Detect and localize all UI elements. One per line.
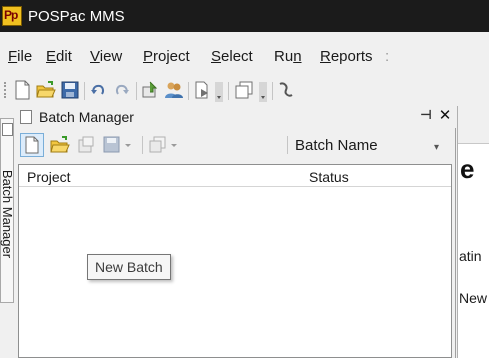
app-icon-text: Pp	[4, 8, 18, 22]
run-icon[interactable]	[192, 80, 212, 100]
menu-select[interactable]: Select	[211, 48, 253, 65]
batch-manager-tab-icon	[2, 123, 13, 136]
new-batch-tooltip: New Batch	[87, 254, 171, 280]
toolbar-separator	[272, 82, 273, 100]
toolbar-separator	[228, 82, 229, 100]
panel-window-icon	[20, 110, 32, 124]
menu-more-icon: :	[385, 48, 390, 65]
app-icon[interactable]: Pp	[2, 6, 22, 26]
redo-icon[interactable]	[112, 80, 132, 100]
pin-icon[interactable]: ⊣	[419, 109, 433, 123]
toolbar-grip-icon[interactable]	[4, 82, 7, 98]
side-tab-label: Batch Manager	[0, 169, 15, 259]
panel-toolbar-separator	[287, 136, 288, 154]
column-header-status[interactable]: Status	[309, 169, 349, 185]
batch-list[interactable]: Project Status	[18, 164, 452, 358]
menu-view[interactable]: View	[90, 48, 122, 65]
list-header: Project Status	[19, 165, 451, 187]
menu-file[interactable]: File	[8, 48, 32, 65]
panel-title: Batch Manager	[39, 109, 134, 125]
import-icon[interactable]	[140, 80, 160, 100]
document-heading: e	[460, 154, 475, 184]
save-batch-dropdown[interactable]	[102, 133, 136, 157]
window-layout-icon[interactable]	[234, 80, 254, 100]
users-icon[interactable]	[164, 80, 184, 100]
toolbar-separator	[136, 82, 137, 100]
document-area: e atin New	[457, 106, 489, 358]
batch-window-dropdown[interactable]	[148, 133, 182, 157]
menu-edit[interactable]: Edit	[46, 48, 72, 65]
document-text-line: atin	[459, 248, 482, 264]
save-icon[interactable]	[60, 80, 80, 100]
toolbar-overflow-icon[interactable]	[258, 82, 268, 102]
document-text-line: New	[459, 290, 488, 306]
panel-toolbar-separator	[142, 136, 143, 154]
title-bar: Pp POSPac MMS	[0, 0, 489, 32]
new-document-icon[interactable]	[12, 80, 32, 100]
open-batch-button[interactable]	[48, 133, 72, 157]
column-header-project[interactable]: Project	[27, 169, 71, 185]
undo-icon[interactable]	[88, 80, 108, 100]
menu-project[interactable]: Project	[143, 48, 190, 65]
menu-run[interactable]: Run	[274, 48, 302, 65]
batch-name-label: Batch Name	[295, 137, 378, 154]
batch-manager-panel: Batch Manager ⊣ ✕ Batch Name ▾ Project S…	[14, 106, 456, 358]
open-folder-icon[interactable]	[36, 80, 56, 100]
panel-toolbar-overflow-icon[interactable]: ▾	[434, 142, 439, 153]
document-header-strip	[458, 106, 489, 144]
close-icon[interactable]: ✕	[438, 108, 452, 123]
menu-reports[interactable]: Reports	[320, 48, 373, 65]
panel-toolbar: Batch Name ▾	[14, 128, 456, 160]
toolbar-separator	[188, 82, 189, 100]
menu-bar: File Edit View Project Select Run Report…	[0, 32, 489, 70]
batch-manager-side-tab[interactable]: Batch Manager	[0, 118, 15, 303]
batch-properties-button[interactable]	[74, 133, 98, 157]
toolbar-overflow-icon[interactable]	[214, 82, 224, 102]
main-toolbar	[0, 70, 489, 106]
toolbar-separator	[84, 82, 85, 100]
new-batch-button[interactable]	[20, 133, 44, 157]
tool-icon[interactable]	[276, 80, 296, 100]
window-title: POSPac MMS	[28, 8, 125, 25]
panel-header: Batch Manager ⊣ ✕	[14, 106, 456, 128]
